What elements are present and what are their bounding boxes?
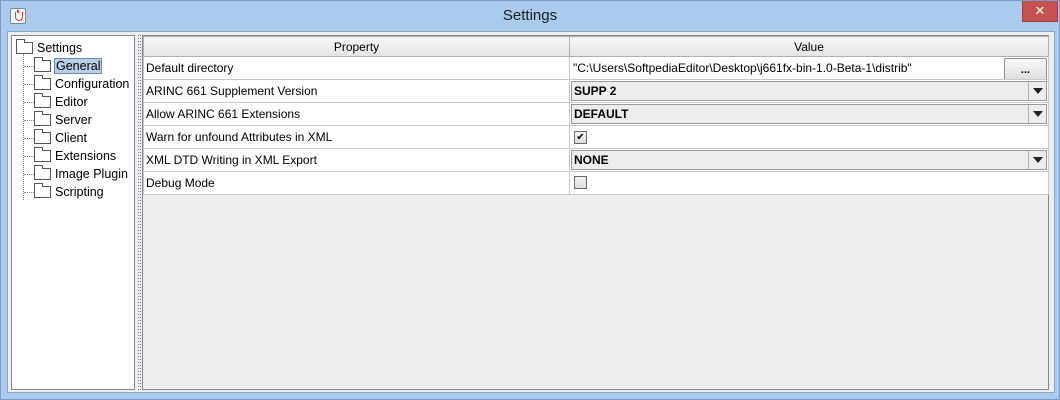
- tree-connector: [24, 102, 34, 103]
- property-table: Property Value Default directory "C:\Use…: [143, 36, 1049, 195]
- tree-connector: [24, 84, 34, 85]
- tree-item-editor[interactable]: Editor: [34, 93, 89, 111]
- table-row: Default directory "C:\Users\SoftpediaEdi…: [143, 56, 1049, 80]
- tree-item-scripting[interactable]: Scripting: [34, 183, 105, 201]
- settings-panel: Settings General Configuration Editor Se…: [7, 31, 1055, 393]
- property-value-cell: DEFAULT: [569, 102, 1049, 126]
- tree-connector: [24, 66, 34, 67]
- folder-icon: [34, 129, 51, 144]
- tree-connector: [24, 156, 34, 157]
- allow-extensions-dropdown[interactable]: DEFAULT: [571, 104, 1047, 124]
- property-value-cell: ✔: [569, 125, 1049, 149]
- property-name[interactable]: XML DTD Writing in XML Export: [143, 148, 570, 172]
- column-header-property[interactable]: Property: [143, 36, 570, 57]
- folder-icon: [34, 75, 51, 90]
- folder-icon: [34, 111, 51, 126]
- folder-icon: [34, 183, 51, 198]
- tree-item-label: Configuration: [55, 77, 130, 91]
- property-value-cell: [569, 171, 1049, 195]
- table-row: ARINC 661 Supplement Version SUPP 2: [143, 79, 1049, 103]
- table-row: XML DTD Writing in XML Export NONE: [143, 148, 1049, 172]
- property-value-cell: "C:\Users\SoftpediaEditor\Desktop\j661fx…: [569, 56, 1049, 80]
- property-table-container: Property Value Default directory "C:\Use…: [142, 35, 1049, 390]
- tree-item-general[interactable]: General: [34, 57, 103, 75]
- supplement-version-dropdown[interactable]: SUPP 2: [571, 81, 1047, 101]
- default-directory-field[interactable]: "C:\Users\SoftpediaEditor\Desktop\j661fx…: [571, 58, 1004, 78]
- property-value-cell: SUPP 2: [569, 79, 1049, 103]
- chevron-down-icon[interactable]: [1028, 82, 1046, 100]
- property-name[interactable]: ARINC 661 Supplement Version: [143, 79, 570, 103]
- tree-connector: [24, 174, 34, 175]
- property-name[interactable]: Warn for unfound Attributes in XML: [143, 125, 570, 149]
- folder-icon: [34, 57, 51, 72]
- tree-item-label: Scripting: [55, 185, 104, 199]
- tree-item-client[interactable]: Client: [34, 129, 88, 147]
- table-row: Allow ARINC 661 Extensions DEFAULT: [143, 102, 1049, 126]
- property-name[interactable]: Default directory: [143, 56, 570, 80]
- warn-unfound-attributes-checkbox[interactable]: ✔: [574, 131, 587, 144]
- folder-icon: [34, 93, 51, 108]
- folder-icon: [34, 147, 51, 162]
- tree-item-label: Client: [55, 131, 87, 145]
- dropdown-selected-value: SUPP 2: [574, 84, 617, 98]
- tree-item-server[interactable]: Server: [34, 111, 93, 129]
- window-title: Settings: [502, 7, 558, 24]
- chevron-down-icon[interactable]: [1028, 105, 1046, 123]
- property-name[interactable]: Debug Mode: [143, 171, 570, 195]
- property-name[interactable]: Allow ARINC 661 Extensions: [143, 102, 570, 126]
- tree-root-settings[interactable]: Settings: [16, 39, 83, 57]
- tree-connector: [23, 54, 24, 200]
- close-icon: ✕: [1034, 3, 1046, 19]
- table-header-row: Property Value: [143, 36, 1049, 57]
- table-row: Warn for unfound Attributes in XML ✔: [143, 125, 1049, 149]
- dtd-writing-dropdown[interactable]: NONE: [571, 150, 1047, 170]
- table-row: Debug Mode: [143, 171, 1049, 195]
- tree-connector: [24, 192, 34, 193]
- tree-root-label: Settings: [37, 41, 83, 55]
- settings-tree[interactable]: Settings General Configuration Editor Se…: [11, 35, 135, 390]
- checkmark-icon: ✔: [576, 131, 585, 143]
- chevron-down-icon[interactable]: [1028, 151, 1046, 169]
- tree-item-image-plugin[interactable]: Image Plugin: [34, 165, 129, 183]
- column-header-value[interactable]: Value: [569, 36, 1049, 57]
- tree-item-label: Image Plugin: [55, 167, 128, 181]
- close-button[interactable]: ✕: [1022, 1, 1058, 22]
- tree-item-label: Extensions: [55, 149, 117, 163]
- tree-item-label: Server: [55, 113, 92, 127]
- tree-connector: [24, 120, 34, 121]
- browse-button[interactable]: ...: [1004, 58, 1047, 79]
- folder-icon: [34, 165, 51, 180]
- title-bar[interactable]: Settings ✕: [1, 1, 1059, 31]
- dropdown-selected-value: DEFAULT: [574, 107, 629, 121]
- folder-icon: [16, 39, 33, 54]
- tree-item-extensions[interactable]: Extensions: [34, 147, 117, 165]
- tree-connector: [24, 138, 34, 139]
- tree-item-label: General: [54, 58, 103, 74]
- debug-mode-checkbox[interactable]: [574, 176, 587, 189]
- property-value-cell: NONE: [569, 148, 1049, 172]
- dropdown-selected-value: NONE: [574, 153, 609, 167]
- settings-window: Settings ✕ Settings General Configuratio…: [0, 0, 1060, 400]
- tree-item-label: Editor: [55, 95, 88, 109]
- tree-item-configuration[interactable]: Configuration: [34, 75, 130, 93]
